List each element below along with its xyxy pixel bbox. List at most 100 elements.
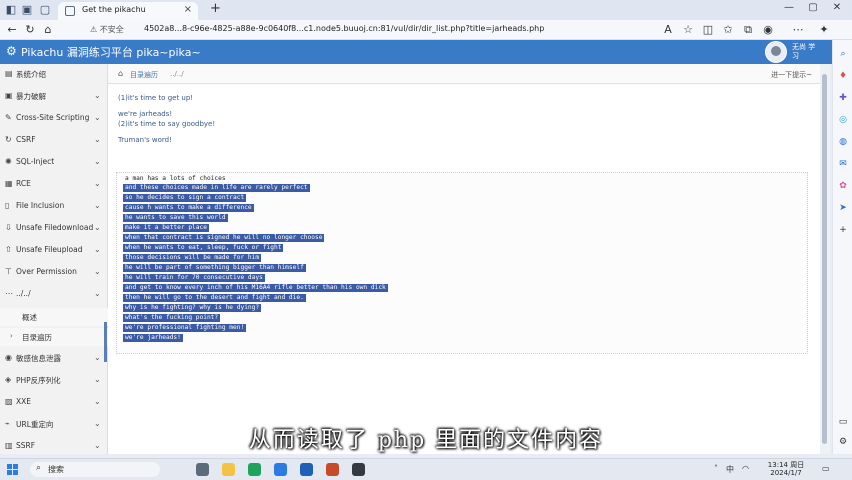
games-icon[interactable]: ◎ — [837, 114, 849, 126]
wifi-icon[interactable]: ◠ — [742, 464, 749, 473]
maximize-icon[interactable]: ▢ — [802, 2, 824, 13]
favorites-icon[interactable]: ✩ — [720, 23, 736, 36]
terminal-icon[interactable] — [352, 463, 365, 476]
user-label[interactable]: 无尚 学习 — [792, 43, 816, 61]
file-content-box: a man has a lots of choices and these ch… — [116, 172, 808, 354]
code-icon: ✎ — [5, 113, 12, 122]
browser-side-panel: ⌕ ♦ ✚ ◎ ◍ ✉ ✿ ➤ + ▭ ⚙ — [832, 40, 852, 454]
search-icon[interactable]: ⌕ — [837, 48, 849, 60]
chevron-down-icon: ⌄ — [94, 375, 101, 384]
add-icon[interactable]: + — [837, 224, 849, 236]
chevron-down-icon: ⌄ — [94, 113, 101, 122]
tab-title: Get the pikachu — [82, 5, 146, 14]
poem-line: so he decides to sign a contract — [123, 194, 247, 202]
hint-link[interactable]: 进一下提示~ — [771, 70, 812, 80]
xml-icon: ▨ — [5, 397, 13, 406]
browser-green-icon[interactable] — [248, 463, 261, 476]
outlook-icon[interactable]: ✉ — [837, 158, 849, 170]
sidebar-item-file-inclusion[interactable]: ▯ File Inclusion ⌄ — [0, 196, 108, 218]
folder-icon: ⋯ — [5, 289, 13, 298]
read-aloud-icon[interactable]: A — [660, 23, 676, 36]
poem-line: make it a better place — [123, 224, 209, 232]
url-text: 4502a8...8-c96e-4825-a88e-9c0640f8...c1.… — [144, 24, 545, 33]
taskbar-search[interactable]: ⌕ 搜索 — [30, 462, 160, 477]
chevron-up-icon[interactable]: ˄ — [714, 464, 718, 473]
profile-icon[interactable]: ◧ — [4, 3, 18, 17]
split-screen-icon[interactable]: ◫ — [700, 23, 716, 36]
terminal-icon: ▦ — [5, 179, 13, 188]
sidebar-item-xss[interactable]: ✎ Cross-Site Scripting ⌄ — [0, 108, 108, 130]
avatar[interactable] — [765, 41, 787, 63]
close-tab-icon[interactable]: × — [184, 4, 192, 15]
upload-icon: ⇧ — [5, 245, 12, 254]
refresh-icon[interactable]: ↻ — [22, 23, 38, 36]
account-icon[interactable]: ◉ — [760, 23, 776, 36]
ime-icon[interactable]: 中 — [726, 464, 734, 475]
word-icon[interactable] — [300, 463, 313, 476]
collections-icon[interactable]: ▣ — [20, 3, 34, 17]
designer-icon[interactable]: ✿ — [837, 180, 849, 192]
browser-tab[interactable]: Get the pikachu × — [58, 2, 198, 20]
sidebar-item-php-unserialize[interactable]: ◈ PHP反序列化 ⌄ — [0, 370, 108, 392]
sidebar-item-unsafe-fileupload[interactable]: ⇧ Unsafe Fileupload ⌄ — [0, 240, 108, 262]
sidebar-item-unsafe-filedownload[interactable]: ⇩ Unsafe Filedownload ⌄ — [0, 218, 108, 240]
chevron-right-icon: › — [10, 332, 13, 340]
sidebar-item-intro[interactable]: ▤ 系统介绍 — [0, 64, 108, 86]
tab-actions-icon[interactable]: ▢ — [38, 3, 52, 17]
chevron-down-icon: ⌄ — [94, 223, 101, 232]
home-icon[interactable]: ⌂ — [40, 23, 56, 36]
sidebar-subitem-overview[interactable]: 概述 — [0, 308, 108, 326]
sidebar-item-sensitive-info[interactable]: ◉ 敏感信息泄露 ⌄ — [0, 348, 108, 370]
clock[interactable]: 13:14 周日 2024/1/7 — [762, 461, 810, 477]
file-link-1[interactable]: (1)it's time to get up! — [118, 94, 193, 102]
file-link-2[interactable]: (2)it's time to say goodbye! — [118, 120, 215, 128]
favorite-icon[interactable]: ☆ — [680, 23, 696, 36]
shopping-icon[interactable]: ♦ — [837, 70, 849, 82]
tools-icon[interactable]: ✚ — [837, 92, 849, 104]
sidebar-item-csrf[interactable]: ↻ CSRF ⌄ — [0, 130, 108, 152]
sidebar-subitem-dir-traversal[interactable]: › 目录遍历 — [0, 328, 108, 346]
home-icon[interactable]: ⌂ — [118, 69, 123, 78]
sidebar-item-dir-traversal[interactable]: ⋯ ../../ ⌄ — [0, 284, 108, 306]
poem-line: and these choices made in life are rarel… — [123, 184, 310, 192]
explorer-icon[interactable] — [222, 463, 235, 476]
poem-line: and get to know every inch of his M16A4 … — [123, 284, 388, 292]
office-icon[interactable]: ◍ — [837, 136, 849, 148]
shield-icon: ⊤ — [5, 267, 12, 276]
poem-line: what's the fucking point? — [123, 314, 221, 322]
new-tab-button[interactable]: + — [210, 1, 221, 16]
chevron-down-icon: ⌄ — [94, 245, 101, 254]
send-icon[interactable]: ➤ — [837, 202, 849, 214]
sidebar-item-rce[interactable]: ▦ RCE ⌄ — [0, 174, 108, 196]
chevron-down-icon: ⌄ — [94, 157, 101, 166]
more-icon[interactable]: ⋯ — [790, 23, 806, 36]
breadcrumb-link[interactable]: 目录遍历 — [130, 70, 158, 80]
address-bar[interactable]: ⚠ 不安全 4502a8...8-c96e-4825-a88e-9c0640f8… — [90, 23, 650, 37]
app-title[interactable]: Pikachu 漏洞练习平台 pika~pika~ — [21, 44, 201, 60]
chevron-down-icon: ⌄ — [94, 267, 101, 276]
sidebar-item-over-permission[interactable]: ⊤ Over Permission ⌄ — [0, 262, 108, 284]
file-link-1-sub[interactable]: we're jarheads! — [118, 110, 172, 118]
windows-start-icon[interactable] — [7, 464, 18, 475]
poem-line: he will be part of something bigger than… — [123, 264, 306, 272]
sidebar-item-xxe[interactable]: ▨ XXE ⌄ — [0, 392, 108, 414]
page-scrollbar[interactable] — [820, 64, 830, 454]
chevron-down-icon: ⌄ — [94, 135, 101, 144]
close-window-icon[interactable]: ✕ — [826, 2, 848, 13]
copilot-icon[interactable]: ✦ — [816, 23, 832, 36]
browser-tab-bar: ◧ ▣ ▢ Get the pikachu × + — ▢ ✕ — [0, 0, 852, 20]
sidebar-item-bruteforce[interactable]: ▣ 暴力破解 ⌄ — [0, 86, 108, 108]
browser-nav-bar: ← ↻ ⌂ ⚠ 不安全 4502a8...8-c96e-4825-a88e-9c… — [0, 20, 852, 40]
minimize-icon[interactable]: — — [778, 2, 800, 13]
security-warning[interactable]: ⚠ 不安全 — [90, 24, 124, 35]
sidebar-item-sqli[interactable]: ✺ SQL-Inject ⌄ — [0, 152, 108, 174]
taskview-icon[interactable] — [196, 463, 209, 476]
notification-icon[interactable]: ▭ — [822, 464, 830, 473]
file-link-3[interactable]: Truman's word! — [118, 136, 172, 144]
extensions-icon[interactable]: ⧉ — [740, 23, 756, 37]
back-icon[interactable]: ← — [4, 23, 20, 36]
app-icon[interactable] — [326, 463, 339, 476]
edge-icon[interactable] — [274, 463, 287, 476]
breadcrumb-current: ../../ — [170, 70, 184, 78]
poem-line: he wants to save this world — [123, 214, 228, 222]
